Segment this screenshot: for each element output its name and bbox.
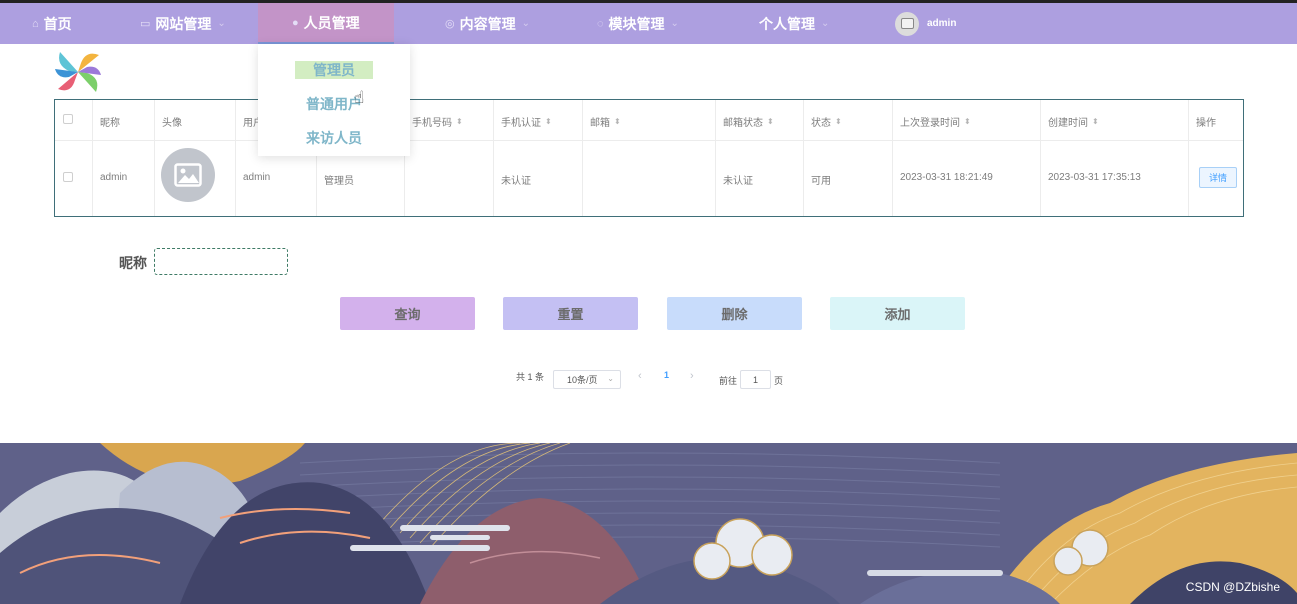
column-header-email-status[interactable]: 邮箱状态 ⬍ bbox=[723, 114, 774, 129]
nav-module-management[interactable]: ◌ 模块管理 ⌄ bbox=[597, 3, 679, 44]
page-size-select[interactable]: 10条/页 ⌄ bbox=[553, 370, 621, 389]
cell-action: 详情 bbox=[1199, 167, 1237, 188]
sort-icon[interactable]: ⬍ bbox=[614, 117, 621, 126]
pagination-total: 共 1 条 bbox=[516, 372, 545, 382]
dropdown-item-visitor[interactable]: 来访人员 bbox=[258, 128, 410, 148]
sort-icon[interactable]: ⬍ bbox=[835, 117, 842, 126]
column-header-last-login[interactable]: 上次登录时间 ⬍ bbox=[900, 114, 971, 129]
column-header-phone[interactable]: 手机号码 ⬍ bbox=[412, 114, 463, 129]
column-header-status[interactable]: 状态 ⬍ bbox=[811, 114, 842, 129]
sort-icon[interactable]: ⬍ bbox=[767, 117, 774, 126]
search-label: 昵称 bbox=[119, 255, 147, 271]
nav-content-management[interactable]: ◎ 内容管理 ⌄ bbox=[445, 3, 530, 44]
chevron-down-icon: ⌄ bbox=[217, 18, 226, 29]
row-checkbox[interactable] bbox=[63, 172, 73, 182]
column-header-email[interactable]: 邮箱 ⬍ bbox=[590, 114, 621, 129]
nav-user-menu[interactable]: admin bbox=[895, 3, 956, 44]
cell-status: 可用 bbox=[811, 176, 831, 187]
chevron-down-icon: ⌄ bbox=[670, 18, 679, 29]
select-all-checkbox[interactable] bbox=[63, 114, 73, 124]
column-header-created[interactable]: 创建时间 ⬍ bbox=[1048, 114, 1099, 129]
user-icon: ● bbox=[292, 16, 299, 29]
pinwheel-logo bbox=[55, 52, 101, 92]
column-header-phone-auth[interactable]: 手机认证 ⬍ bbox=[501, 114, 552, 129]
avatar bbox=[895, 11, 919, 36]
cell-nickname: admin bbox=[100, 172, 128, 183]
decorative-banner bbox=[0, 443, 1297, 604]
watermark-text: CSDN @DZbishe bbox=[1185, 580, 1280, 594]
cell-email-status: 未认证 bbox=[723, 176, 753, 187]
goto-page-input[interactable]: 1 bbox=[740, 370, 771, 389]
chevron-down-icon: ⌄ bbox=[821, 18, 830, 29]
prev-page-button[interactable]: ‹ bbox=[638, 370, 642, 382]
sort-icon[interactable]: ⬍ bbox=[545, 117, 552, 126]
sort-icon[interactable]: ⬍ bbox=[456, 117, 463, 126]
page-number-current[interactable]: 1 bbox=[664, 370, 669, 380]
staff-dropdown-menu: 管理员 普通用户 来访人员 bbox=[258, 44, 410, 156]
module-icon: ◌ bbox=[597, 17, 604, 30]
sort-icon[interactable]: ⬍ bbox=[1092, 117, 1099, 126]
cell-username: admin bbox=[243, 172, 271, 183]
cell-role: 管理员 bbox=[324, 176, 354, 187]
dropdown-item-admin[interactable]: 管理员 bbox=[258, 60, 410, 80]
goto-prefix: 前往 bbox=[719, 376, 738, 386]
top-navbar: ⌂ 首页 ▭ 网站管理 ⌄ ● 人员管理 ◎ 内容管理 ⌄ ◌ 模块管理 ⌄ 个… bbox=[0, 3, 1297, 44]
image-icon bbox=[900, 18, 914, 29]
monitor-icon: ▭ bbox=[140, 18, 151, 30]
hand-cursor-icon: ☝ bbox=[354, 88, 365, 107]
users-table: 昵称 头像 用户 手机号码 ⬍ 手机认证 ⬍ 邮箱 ⬍ 邮箱状态 ⬍ 状态 ⬍ 上次登录时… bbox=[54, 99, 1244, 217]
nav-home[interactable]: ⌂ 首页 bbox=[32, 3, 72, 44]
next-page-button[interactable]: › bbox=[690, 370, 694, 382]
cell-phone-auth: 未认证 bbox=[501, 176, 531, 187]
reset-button[interactable]: 重置 bbox=[503, 297, 638, 330]
cell-avatar bbox=[161, 148, 215, 202]
detail-button[interactable]: 详情 bbox=[1199, 167, 1237, 188]
query-button[interactable]: 查询 bbox=[340, 297, 475, 330]
chevron-down-icon: ⌄ bbox=[607, 374, 614, 383]
cell-created: 2023-03-31 17:35:13 bbox=[1048, 172, 1141, 183]
goto-suffix: 页 bbox=[774, 376, 784, 386]
nav-site-management[interactable]: ▭ 网站管理 ⌄ bbox=[140, 3, 226, 44]
delete-button[interactable]: 删除 bbox=[667, 297, 802, 330]
dropdown-item-normal-user[interactable]: 普通用户 bbox=[258, 94, 410, 114]
content-icon: ◎ bbox=[445, 18, 455, 30]
sort-icon[interactable]: ⬍ bbox=[964, 117, 971, 126]
nav-personal-management[interactable]: 个人管理 ⌄ bbox=[759, 3, 829, 44]
column-header-action: 操作 bbox=[1196, 118, 1216, 129]
column-header-avatar: 头像 bbox=[162, 118, 182, 129]
add-button[interactable]: 添加 bbox=[830, 297, 965, 330]
nickname-search-input[interactable] bbox=[154, 248, 288, 275]
nav-staff-management[interactable]: ● 人员管理 bbox=[258, 3, 394, 44]
chevron-down-icon: ⌄ bbox=[521, 18, 530, 29]
image-placeholder-icon bbox=[161, 148, 215, 202]
home-icon: ⌂ bbox=[32, 17, 39, 30]
cell-last-login: 2023-03-31 18:21:49 bbox=[900, 172, 993, 183]
column-header-nickname[interactable]: 昵称 bbox=[100, 114, 120, 129]
